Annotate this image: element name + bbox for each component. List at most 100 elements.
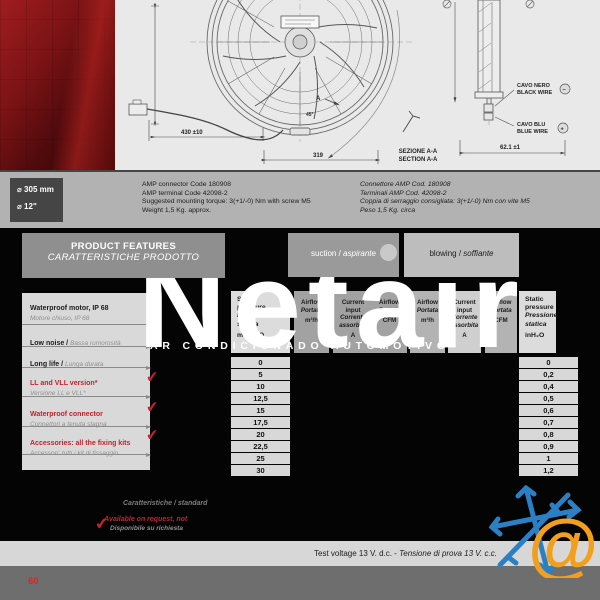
table-cell: 30 [231,465,290,476]
suction-header: suction / aspirante [288,233,399,277]
table-cell: 15 [231,405,290,416]
depth-dimension: 62.1 ±1 [500,145,521,151]
blue-wire-label-it: CAVO BLU [517,122,545,128]
table-cell: 12,5 [231,393,290,404]
table-cell: 0,7 [519,417,578,428]
legend-on-request-en: Available on request, not [104,516,188,523]
section-label-en: SECTION A-A [399,157,438,163]
feature-en: Waterproof connector [30,411,103,418]
blowing-header: blowing / soffiante [404,233,519,277]
features-title-en: PRODUCT FEATURES [71,241,176,252]
test-voltage-text: Test voltage 13 V. d.c. - Tensione di pr… [314,549,497,558]
netair-logo: @ [488,484,598,578]
table-cell: 25 [231,453,290,464]
feature-accessories: Accessories: all the fixing kits Accesso… [22,427,151,457]
negative-sign: − [563,88,566,94]
feature-en: Waterproof motor, IP 68 [30,305,109,312]
diameter-box: ⌀ 305 mm ⌀ 12" [10,178,63,222]
spec-it-line3: Coppia di serraggio consigliata: 3(+1/-0… [360,198,530,206]
col-line: Static [525,296,544,303]
feature-en: LL and VLL version* [30,380,98,387]
fan-drawing-svg: A 45° 430 ±10 319 CAVO NERO BLACK WIRE −… [128,0,571,164]
col-line: statica [525,320,547,328]
suction-label-it: aspirante [343,249,376,258]
table-cell: 10 [231,381,290,392]
drawing-section: A 45° 430 ±10 319 CAVO NERO BLACK WIRE −… [0,0,600,170]
table-cell: 0 [519,357,578,368]
table-cell: 0,6 [519,405,578,416]
spec-en-line4: Weight 1,5 Kg. approx. [142,206,212,214]
black-wire-label-it: CAVO NERO [517,83,551,89]
feature-low-noise: Low noise / Bassa rumorosità [22,325,151,349]
feature-it: Versione LL e VLL* [30,390,86,397]
feature-long-life: Long life / Lunga durata [22,347,151,370]
spec-en-line3: Suggested mounting torque: 3(+1/-0) Nm w… [142,198,311,206]
feature-en: Long life / [30,361,65,368]
wire-harness [146,108,284,141]
spec-en-line1: AMP connector Code 180908 [142,181,232,188]
table-cell: 0,4 [519,381,578,392]
test-voltage-it: Tensione di prova 13 V. c.c. [399,549,497,558]
spec-strip: ⌀ 305 mm ⌀ 12" AMP connector Code 180908… [0,170,600,228]
spec-en-line2: AMP terminal Code 42098-2 [142,189,228,197]
bracket-detail [402,110,421,133]
positive-sign: + [561,127,564,133]
blowing-label-it: soffiante [463,249,494,258]
col-line: pressure [525,304,554,312]
table-cell: 17,5 [231,417,290,428]
feature-waterproof-motor: Waterproof motor, IP 68 Motore chiuso, I… [22,293,151,327]
red-abstract-image [0,0,115,170]
technical-drawing: A 45° 430 ±10 319 CAVO NERO BLACK WIRE −… [115,0,600,170]
section-marker-label: A [316,96,321,102]
page-number: 60 [28,576,39,587]
table-cell: 0,9 [519,441,578,452]
feature-it: Lunga durata [65,361,104,368]
diameter-inch: ⌀ 12" [17,202,37,211]
table-cell: 1 [519,453,578,464]
table-cell: 1,2 [519,465,578,476]
features-panel: Waterproof motor, IP 68 Motore chiuso, I… [22,293,151,470]
netair-tagline: AR CONDICIONADO AUTOMOTIVO [150,340,450,352]
features-title-it: CARATTERISTICHE PRODOTTO [47,252,200,263]
product-features-header: PRODUCT FEATURES CARATTERISTICHE PRODOTT… [22,233,225,278]
section-label-it: SEZIONE A-A [399,149,438,155]
blue-wire-label-en: BLUE WIRE [517,129,548,135]
table-cell: 0,2 [519,369,578,380]
legend-on-request-it: Disponibile su richiesta [110,525,183,532]
spec-it-line1: Connettore AMP Cod. 180908 [360,181,451,188]
feature-it: Accessori: tutti i kit di fissaggio [30,450,119,457]
feature-waterproof-connector: Waterproof connector Connettori a tenuta… [22,397,151,429]
legend-standard: Caratteristiche / standard [123,500,208,507]
feature-en: Accessories: all the fixing kits [30,440,131,447]
col-unit: inH₂O [525,331,545,339]
feature-it: Motore chiuso, IP 68 [30,315,90,322]
col-line: Pressione [525,312,558,320]
datasheet-page: A 45° 430 ±10 319 CAVO NERO BLACK WIRE −… [0,0,600,600]
table-cell: 0,8 [519,429,578,440]
check-icon: ✔ [145,368,160,387]
blowing-label-en: blowing / [429,249,464,258]
spec-it-line4: Peso 1,5 Kg. circa [360,206,416,214]
suction-label-en: suction / [311,249,344,258]
angle-dimension: 45° [306,112,314,118]
fan-section-view [474,0,504,121]
spec-it-line2: Terminali AMP Cod. 42098-2 [360,189,447,197]
static-pressure-in-values: 0 0,2 0,4 0,5 0,6 0,7 0,8 0,9 1 1,2 [519,357,578,477]
feature-ll-vll-version: LL and VLL version* Versione LL e VLL* [22,368,151,399]
at-symbol-icon: @ [528,506,598,578]
static-pressure-mm-values: 0 5 10 12,5 15 17,5 20 22,5 25 30 [231,357,290,477]
diameter-mm: ⌀ 305 mm [17,185,54,194]
spec-text-en: AMP connector Code 180908 AMP terminal C… [142,181,311,215]
black-wire-label-en: BLACK WIRE [517,90,552,96]
check-icon: ✔ [145,398,160,417]
table-cell: 20 [231,429,290,440]
holes-dimension: 319 [313,153,324,159]
width-dimension: 430 ±10 [181,130,203,136]
feature-en: Low noise / [30,340,71,347]
check-icon: ✔ [145,426,160,445]
test-voltage-en: Test voltage 13 V. d.c. - [314,549,400,558]
connector-symbol [128,103,148,116]
airflow-direction-icon [380,244,397,261]
spec-text-it: Connettore AMP Cod. 180908 Terminali AMP… [360,181,530,215]
feature-it: Bassa rumorosità [70,340,121,347]
